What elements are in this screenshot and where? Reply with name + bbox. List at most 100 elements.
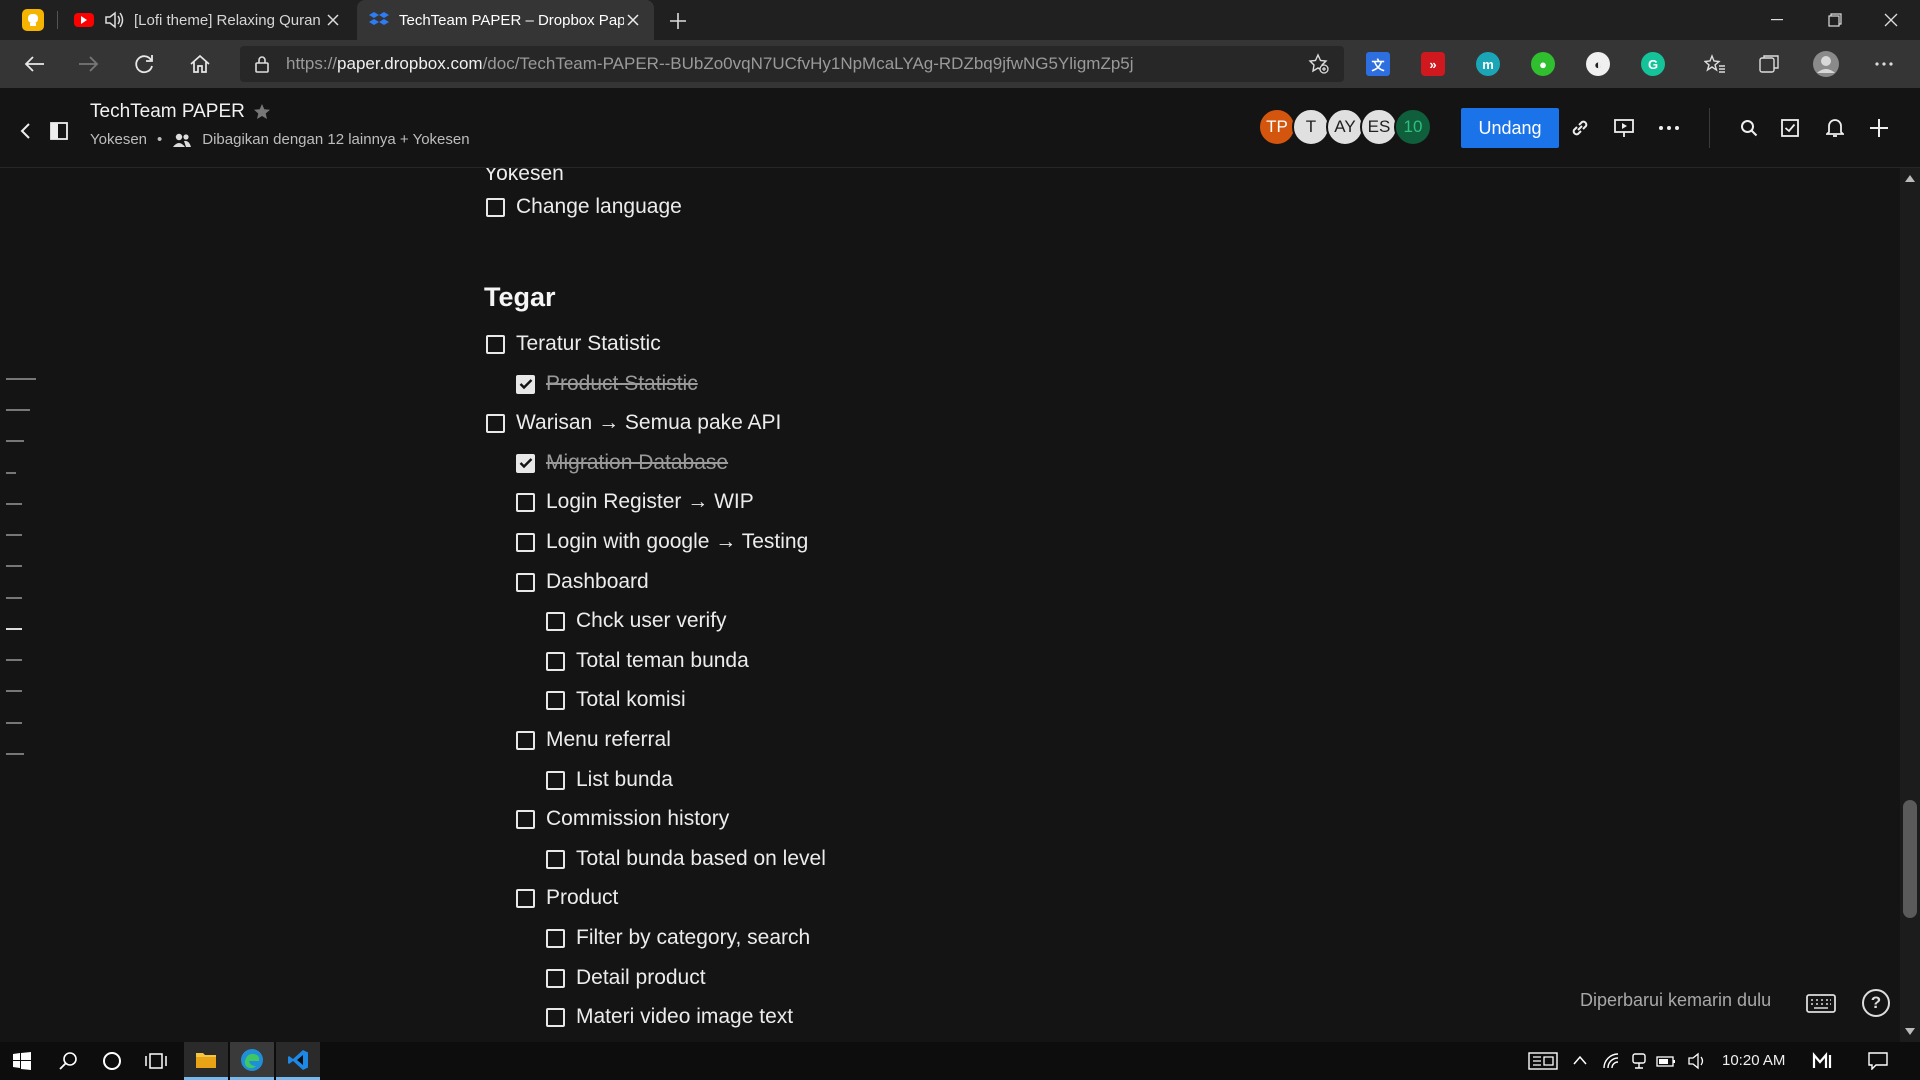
checkbox[interactable]: [546, 611, 565, 631]
present-icon[interactable]: [1611, 115, 1637, 141]
close-window-icon[interactable]: [1862, 0, 1920, 40]
task-text[interactable]: Filter by category, search: [576, 926, 810, 950]
task-item[interactable]: Detail product: [546, 962, 706, 994]
checkbox-checked[interactable]: [516, 374, 535, 394]
task-text[interactable]: Login with google → Testing: [546, 530, 808, 554]
translate-icon[interactable]: 文: [1366, 52, 1390, 76]
task-item[interactable]: Login Register → WIP: [516, 486, 754, 518]
avatar[interactable]: AY: [1326, 108, 1364, 146]
search-icon[interactable]: [46, 1042, 90, 1080]
task-item[interactable]: Dashboard: [516, 566, 649, 598]
task-text[interactable]: Commission history: [546, 807, 729, 831]
checkbox[interactable]: [486, 413, 505, 433]
outline-mark[interactable]: [6, 565, 22, 567]
task-item[interactable]: Commission history: [516, 803, 729, 835]
outline-mark[interactable]: [6, 753, 24, 755]
checkbox[interactable]: [546, 928, 565, 948]
task-text[interactable]: Warisan → Semua pake API: [516, 411, 781, 435]
collections-icon[interactable]: [1753, 48, 1785, 80]
task-text[interactable]: Total bunda based on level: [576, 847, 826, 871]
checkbox[interactable]: [546, 849, 565, 869]
m-extension-icon[interactable]: m: [1476, 52, 1500, 76]
task-item[interactable]: Menu referral: [516, 724, 671, 756]
doc-owner[interactable]: Yokesen: [90, 131, 147, 148]
task-item[interactable]: Chck user verify: [546, 605, 727, 637]
checkbox[interactable]: [546, 1007, 565, 1027]
task-view-icon[interactable]: [134, 1042, 178, 1080]
cortana-icon[interactable]: [90, 1042, 134, 1080]
checkbox[interactable]: [546, 968, 565, 988]
task-text[interactable]: List bunda: [576, 768, 673, 792]
white-extension-icon[interactable]: ◐: [1586, 52, 1610, 76]
vscode-icon[interactable]: [276, 1042, 320, 1080]
task-item[interactable]: Teratur Statistic: [486, 328, 661, 360]
outline-mark[interactable]: [6, 722, 22, 724]
star-icon[interactable]: [253, 103, 271, 121]
sidebar-toggle-icon[interactable]: [46, 118, 72, 144]
notifications-icon[interactable]: [1868, 1052, 1888, 1070]
favorites-icon[interactable]: [1699, 48, 1731, 80]
meet-now-icon[interactable]: [1631, 1052, 1647, 1070]
task-item[interactable]: Product Statistic: [516, 368, 698, 400]
checkbox[interactable]: [516, 532, 535, 552]
volume-icon[interactable]: [1688, 1052, 1706, 1070]
home-icon[interactable]: [184, 48, 216, 80]
checkbox[interactable]: [486, 197, 505, 217]
task-text[interactable]: Materi video image text: [576, 1005, 793, 1029]
battery-icon[interactable]: [1656, 1052, 1676, 1070]
link-icon[interactable]: [1567, 115, 1593, 141]
tab-dropbox-paper[interactable]: TechTeam PAPER – Dropbox Paper: [357, 0, 654, 40]
keyboard-shortcuts-icon[interactable]: [1806, 992, 1836, 1014]
checkbox[interactable]: [516, 492, 535, 512]
refresh-icon[interactable]: [128, 48, 160, 80]
outline-mark[interactable]: [6, 503, 22, 505]
checkbox-checked[interactable]: [516, 453, 535, 473]
green-extension-icon[interactable]: ●: [1531, 52, 1555, 76]
outline-mark-current[interactable]: [6, 628, 22, 630]
task-item[interactable]: Total komisi: [546, 684, 686, 716]
task-text[interactable]: Product Statistic: [546, 372, 698, 396]
close-tab-icon[interactable]: [624, 11, 642, 29]
task-item[interactable]: Filter by category, search: [546, 922, 810, 954]
add-favorite-icon[interactable]: [1308, 53, 1330, 75]
task-text[interactable]: Change language: [516, 195, 682, 219]
checkbox[interactable]: [516, 730, 535, 750]
task-item[interactable]: Migration Database: [516, 447, 728, 479]
checkbox[interactable]: [486, 334, 505, 354]
avatar[interactable]: ES: [1360, 108, 1398, 146]
system-clock[interactable]: 10:20 AM: [1722, 1052, 1785, 1069]
task-text[interactable]: Total teman bunda: [576, 649, 749, 673]
outline-mark[interactable]: [6, 472, 16, 474]
task-text[interactable]: Dashboard: [546, 570, 649, 594]
mi-extension-tray-icon[interactable]: [1812, 1052, 1834, 1070]
create-new-icon[interactable]: [1866, 115, 1892, 141]
pinned-tab-keep-icon[interactable]: [22, 9, 44, 31]
address-bar[interactable]: https://paper.dropbox.com/doc/TechTeam-P…: [240, 46, 1344, 82]
outline-mark[interactable]: [6, 534, 22, 536]
task-item[interactable]: Total bunda based on level: [546, 843, 826, 875]
file-explorer-icon[interactable]: [184, 1042, 228, 1080]
checkbox[interactable]: [546, 770, 565, 790]
task-text[interactable]: Total komisi: [576, 688, 686, 712]
task-item[interactable]: List bunda: [546, 764, 673, 796]
profile-avatar[interactable]: [1810, 48, 1842, 80]
task-text[interactable]: Migration Database: [546, 451, 728, 475]
task-item[interactable]: Product: [516, 882, 618, 914]
outline-mark[interactable]: [6, 659, 22, 661]
checkbox[interactable]: [546, 651, 565, 671]
task-text[interactable]: Menu referral: [546, 728, 671, 752]
task-text[interactable]: Teratur Statistic: [516, 332, 661, 356]
search-icon[interactable]: [1736, 115, 1762, 141]
outline-mark[interactable]: [6, 409, 30, 411]
task-text[interactable]: Detail product: [576, 966, 706, 990]
checkbox[interactable]: [516, 809, 535, 829]
shared-with-text[interactable]: Dibagikan dengan 12 lainnya + Yokesen: [202, 131, 469, 148]
settings-more-icon[interactable]: [1868, 48, 1900, 80]
restore-icon[interactable]: [1806, 0, 1864, 40]
red-extension-icon[interactable]: »: [1421, 52, 1445, 76]
task-item[interactable]: Materi video image text: [546, 1001, 793, 1033]
task-item[interactable]: Total teman bunda: [546, 645, 749, 677]
task-text[interactable]: Chck user verify: [576, 609, 727, 633]
help-icon[interactable]: ?: [1862, 989, 1890, 1017]
more-options-icon[interactable]: [1656, 115, 1682, 141]
